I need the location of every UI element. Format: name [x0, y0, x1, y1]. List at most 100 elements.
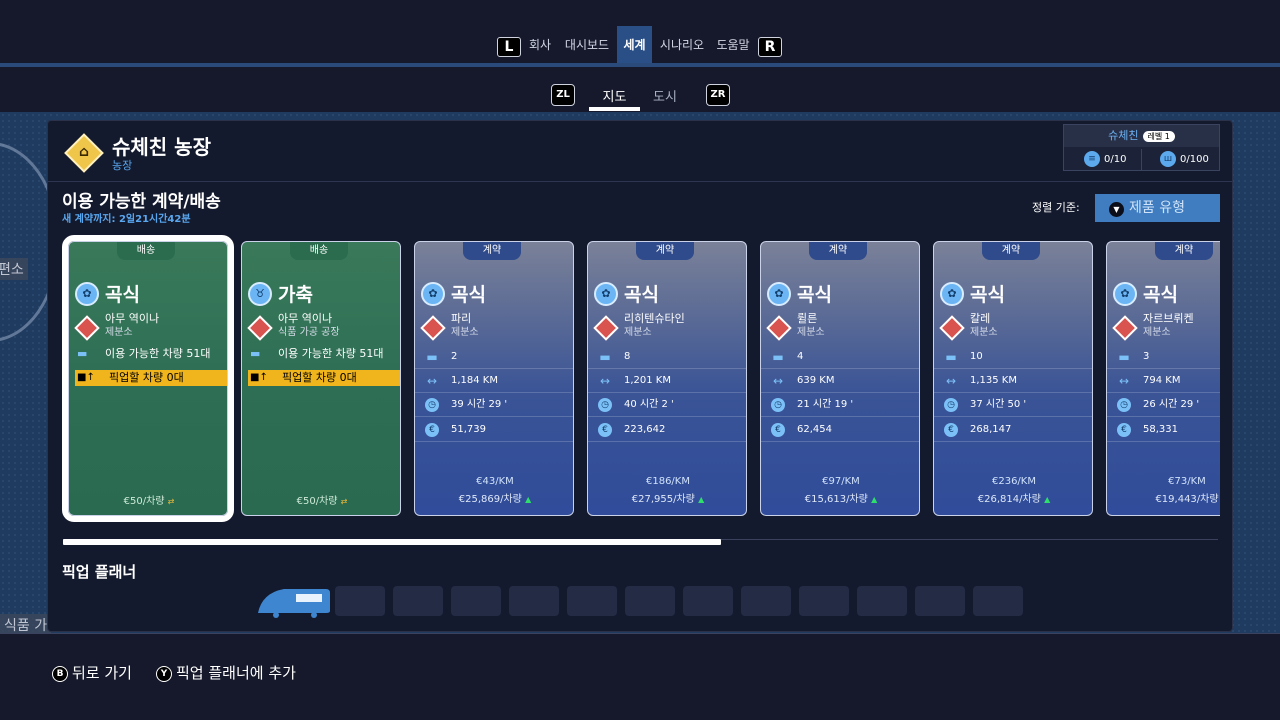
destination: 칼레 제분소 [970, 312, 998, 338]
city-info-box[interactable]: 슈체친 레벨 1 ≡ 0/10 ш 0/100 [1063, 124, 1220, 171]
zl-button[interactable]: ZL [551, 84, 575, 106]
planner-slot[interactable] [509, 586, 559, 616]
back-label: 뒤로 가기 [72, 664, 132, 682]
contract-card[interactable]: 계약 ✿ 곡식 리히텐슈타인 제분소 ▬ 8 ↔ 1,201 KM ◷ 40 시간 2 … [587, 241, 747, 516]
distance-row: ↔ 639 KM [761, 369, 919, 393]
distance-row: ↔ 1,184 KM [415, 369, 573, 393]
available-vehicles: ▬ 이용 가능한 차량 51대 [250, 347, 384, 360]
bottom-hint-bar: B 뒤로 가기 Y 픽업 플래너에 추가 [0, 633, 1280, 720]
cargo-category: 가축 [278, 284, 313, 306]
r-shoulder-button[interactable]: R [758, 37, 782, 57]
storage-value: 0/10 [1104, 154, 1127, 165]
card-kind-tab: 계약 [636, 242, 694, 260]
distance-icon: ↔ [945, 374, 957, 388]
sort-button[interactable]: ▼ 제품 유형 [1095, 194, 1220, 222]
tab-company[interactable]: 회사 [524, 26, 556, 66]
level-badge: 레벨 1 [1142, 130, 1175, 142]
delivery-card[interactable]: 배송 ✿ 곡식 아무 역이나 제분소 ▬ 이용 가능한 차량 51대 ■↑ 픽업할 차… [62, 235, 234, 522]
time-row: ◷ 26 시간 29 ' [1107, 393, 1220, 417]
contract-card[interactable]: 계약 ✿ 곡식 자르브뤼켄 제분소 ▬ 3 ↔ 794 KM ◷ 26 시간 29 ' … [1106, 241, 1220, 516]
destination: 륄른 제분소 [797, 312, 825, 338]
money-row: €51,739 [415, 418, 573, 442]
cargo-category: 곡식 [1143, 284, 1178, 306]
tab-dashboard[interactable]: 대시보드 [560, 26, 614, 66]
truck-up-icon: ■↑ [77, 372, 95, 383]
card-price: €50/차량 ⇄ [123, 496, 175, 507]
planner-slot[interactable] [335, 586, 385, 616]
euro-icon: € [944, 423, 958, 437]
card-price: €25,869/차량 ▲ [458, 494, 532, 505]
planner-slot[interactable] [683, 586, 733, 616]
back-hint[interactable]: B 뒤로 가기 [52, 662, 132, 683]
contract-card[interactable]: 계약 ✿ 곡식 륄른 제분소 ▬ 4 ↔ 639 KM ◷ 21 시간 19 ' €62… [760, 241, 920, 516]
tab-map[interactable]: 지도 [589, 86, 640, 105]
header-divider [48, 181, 1232, 182]
tab-world[interactable]: 세계 [617, 26, 652, 66]
map-label[interactable]: 식품 가 [0, 614, 52, 633]
money-row: €223,642 [588, 418, 746, 442]
clock-icon: ◷ [1117, 398, 1131, 412]
add-to-planner-hint[interactable]: Y 픽업 플래너에 추가 [156, 662, 296, 683]
planner-slot[interactable] [625, 586, 675, 616]
zr-button[interactable]: ZR [706, 84, 730, 106]
distance-icon: ↔ [599, 374, 611, 388]
grain-icon: ✿ [767, 282, 791, 306]
cards-scrollbar-thumb[interactable] [63, 539, 721, 545]
wagon-icon: ▬ [77, 347, 88, 360]
production-icon: ш [1160, 151, 1176, 167]
station-panel: ⌂ 슈체친 농장 농장 슈체친 레벨 1 ≡ 0/10 ш 0/100 이용 가능한 … [47, 120, 1233, 632]
contract-card[interactable]: 계약 ✿ 곡식 파리 제분소 ▬ 2 ↔ 1,184 KM ◷ 39 시간 29 ' €… [414, 241, 574, 516]
time-row: ◷ 40 시간 2 ' [588, 393, 746, 417]
delivery-card[interactable]: 배송 ♉ 가축 아무 역이나 식품 가공 공장 ▬ 이용 가능한 차량 51대 ■↑… [241, 241, 401, 516]
contract-card[interactable]: 계약 ✿ 곡식 칼레 제분소 ▬ 10 ↔ 1,135 KM ◷ 37 시간 50 ' … [933, 241, 1093, 516]
sub-navigation: ZL 지도 도시 ZR [0, 82, 1280, 112]
planner-slot[interactable] [741, 586, 791, 616]
planner-title: 픽업 플래너 [62, 563, 137, 581]
grain-icon: ✿ [421, 282, 445, 306]
l-shoulder-button[interactable]: L [497, 37, 521, 57]
storage-icon: ≡ [1084, 151, 1100, 167]
top-navigation: L 회사 대시보드 세계 시나리오 도움말 R [0, 26, 1280, 66]
distance-row: ↔ 1,201 KM [588, 369, 746, 393]
cargo-category: 곡식 [970, 284, 1005, 306]
tab-help[interactable]: 도움말 [712, 26, 754, 66]
map-label[interactable]: 편소 [0, 258, 28, 280]
livestock-icon: ♉ [248, 282, 272, 306]
wagon-icon: ▬ [426, 350, 438, 364]
vehicle-count-row: ▬ 8 [588, 345, 746, 369]
tab-scenario[interactable]: 시나리오 [655, 26, 709, 66]
destination-icon [74, 315, 100, 341]
distance-icon: ↔ [772, 374, 784, 388]
station-title: 슈체친 농장 [112, 135, 211, 159]
planner-slot[interactable] [915, 586, 965, 616]
grain-icon: ✿ [940, 282, 964, 306]
grain-icon: ✿ [594, 282, 618, 306]
planner-slot[interactable] [857, 586, 907, 616]
truck-up-icon: ■↑ [250, 372, 268, 383]
rate-per-km: €186/KM [645, 476, 690, 487]
planner-slot[interactable] [799, 586, 849, 616]
rate-per-km: €236/KM [991, 476, 1036, 487]
cargo-category: 곡식 [451, 284, 486, 306]
planner-slot[interactable] [973, 586, 1023, 616]
planner-slot[interactable] [393, 586, 443, 616]
production-stat: ш 0/100 [1160, 149, 1232, 171]
grain-icon: ✿ [1113, 282, 1137, 306]
card-kind-tab: 배송 [117, 242, 175, 260]
planner-slot[interactable] [567, 586, 617, 616]
time-row: ◷ 37 시간 50 ' [934, 393, 1092, 417]
destination: 아무 역이나 제분소 [105, 312, 160, 338]
production-value: 0/100 [1180, 154, 1209, 165]
planner-slot[interactable] [451, 586, 501, 616]
new-contract-timer: 새 계약까지: 2일21시간42분 [62, 214, 191, 225]
clock-icon: ◷ [425, 398, 439, 412]
clock-icon: ◷ [598, 398, 612, 412]
grain-icon: ✿ [75, 282, 99, 306]
card-kind-tab: 계약 [809, 242, 867, 260]
sort-label: 정렬 기준: [1032, 201, 1080, 214]
tab-city[interactable]: 도시 [645, 86, 685, 105]
wagon-icon: ▬ [945, 350, 957, 364]
section-title: 이용 가능한 계약/배송 [62, 192, 221, 212]
time-row: ◷ 39 시간 29 ' [415, 393, 573, 417]
euro-icon: € [425, 423, 439, 437]
